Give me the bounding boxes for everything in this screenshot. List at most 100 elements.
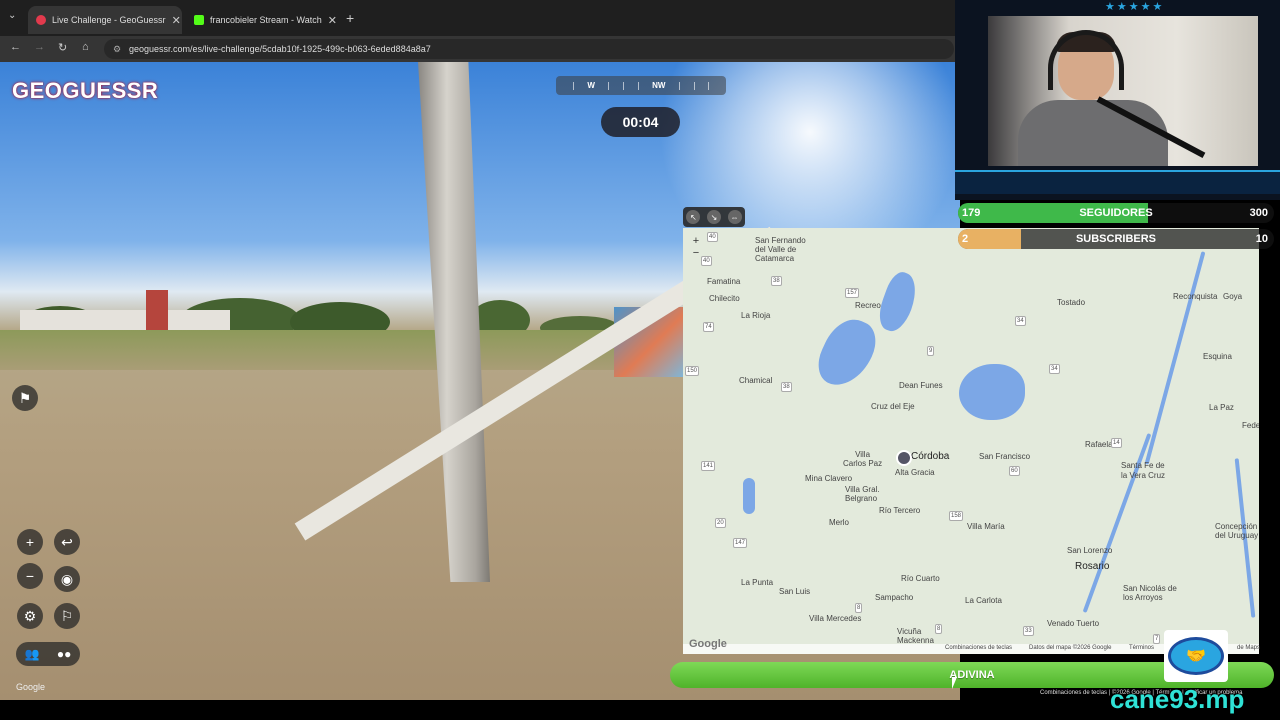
compass-west: W xyxy=(587,81,595,90)
frame-stars-icon: ★★★★★ xyxy=(1105,1,1165,13)
city-label: Villa Mercedes xyxy=(809,614,862,623)
city-label: Mina Clavero xyxy=(805,474,853,483)
url-text: geoguessr.com/es/live-challenge/5cdab10f… xyxy=(129,44,431,54)
compass-tick xyxy=(708,81,710,90)
tab-title: francobieler Stream - Watch xyxy=(210,15,322,25)
road-shield: 40 xyxy=(707,232,718,242)
city-label: Concepción del Uruguay xyxy=(1215,522,1259,540)
browser-tab-bar: ⌄ Live Challenge - GeoGuessr ✕ francobie… xyxy=(0,0,960,36)
road-shield: 20 xyxy=(715,518,726,528)
streamer-handle: cane93.mp xyxy=(1110,684,1245,714)
city-label: La Rioja xyxy=(741,311,771,320)
return-to-start-button[interactable]: ◉ xyxy=(54,566,80,592)
road-shield: 9 xyxy=(927,346,935,356)
lake xyxy=(810,311,884,395)
tab-title: Live Challenge - GeoGuessr xyxy=(52,15,166,25)
map-zoom-out-icon[interactable]: − xyxy=(689,247,703,259)
city-label: Dean Funes xyxy=(899,381,943,390)
compass-tick xyxy=(679,81,681,90)
city-label: Río Tercero xyxy=(879,506,921,515)
compass-tick xyxy=(637,81,639,90)
map-shrink-icon[interactable]: ↘ xyxy=(706,210,721,224)
map-shortcuts-link[interactable]: Combinaciones de teclas xyxy=(945,645,1012,651)
map-data-credit: Datos del mapa ©2026 Google xyxy=(1029,645,1112,651)
city-label-cordoba: Córdoba xyxy=(911,451,950,462)
mercadopago-logo: 🤝 xyxy=(1164,630,1228,682)
checkpoint-flag-icon[interactable]: ⚐ xyxy=(54,603,80,629)
handshake-icon: 🤝 xyxy=(1168,637,1224,675)
compass-strip: W NW xyxy=(556,76,726,95)
road-shield: 74 xyxy=(703,322,714,332)
city-label: Chilecito xyxy=(709,294,740,303)
city-label: La Paz xyxy=(1209,403,1234,412)
compass-tick xyxy=(572,81,574,90)
city-label: La Punta xyxy=(741,578,774,587)
compass-northwest: NW xyxy=(652,81,666,90)
logo-text: GEOGUESSR xyxy=(12,78,159,103)
map-expand-icon[interactable]: ↖ xyxy=(686,210,701,224)
zoom-in-button[interactable]: + xyxy=(17,529,43,555)
settings-gear-icon[interactable]: ⚙ xyxy=(17,603,43,629)
player-avatars-icon: ●● xyxy=(56,647,72,661)
back-icon[interactable]: ← xyxy=(10,41,21,53)
site-info-icon[interactable]: ⚙ xyxy=(113,39,121,59)
city-label: Merlo xyxy=(829,518,850,527)
reload-icon[interactable]: ↻ xyxy=(58,41,67,54)
road-shield: 8 xyxy=(935,624,943,634)
subscribers-goal-bar: 2 SUBSCRIBERS 10 xyxy=(958,229,1274,249)
city-label: San Luis xyxy=(779,587,811,596)
parana-river xyxy=(1144,251,1206,465)
compass-tick xyxy=(623,81,625,90)
guess-map[interactable]: San Fernando del Valle de Catamarca Fama… xyxy=(683,228,1259,654)
screen: ⌄ Live Challenge - GeoGuessr ✕ francobie… xyxy=(0,0,1280,720)
home-icon[interactable]: ⌂ xyxy=(82,41,89,53)
subscribers-label: SUBSCRIBERS xyxy=(1075,233,1157,245)
geoguessr-favicon-icon xyxy=(36,15,46,25)
road-shield: 60 xyxy=(1009,466,1020,476)
road-shield: 141 xyxy=(701,461,716,471)
road-shield: 8 xyxy=(855,603,863,613)
road-shield: 147 xyxy=(733,538,748,548)
followers-label: SEGUIDORES xyxy=(1079,207,1153,219)
url-input[interactable]: ⚙ geoguessr.com/es/live-challenge/5cdab1… xyxy=(104,39,954,59)
road-shield: 34 xyxy=(1049,364,1060,374)
city-label: Alta Gracia xyxy=(895,468,935,477)
players-button[interactable]: 👥 ●● xyxy=(16,642,80,666)
streamer-body xyxy=(1018,100,1168,166)
city-label: Recreo xyxy=(855,301,881,310)
report-location-icon[interactable]: ⚑ xyxy=(12,385,38,411)
city-label: Fede xyxy=(1242,421,1259,430)
kick-favicon-icon xyxy=(194,15,204,25)
tab-close-icon[interactable]: ✕ xyxy=(172,14,181,27)
city-label: San Nicolás de los Arroyos xyxy=(1123,584,1177,602)
road-shield: 14 xyxy=(1111,438,1122,448)
city-label-rosario: Rosario xyxy=(1075,561,1110,572)
city-label: Villa María xyxy=(967,522,1005,531)
lake xyxy=(743,478,755,514)
tab-close-icon[interactable]: ✕ xyxy=(328,14,337,27)
map-terms-link[interactable]: Términos xyxy=(1129,645,1154,651)
geoguessr-logo: GEOGUESSR xyxy=(12,78,158,104)
map-zoom-in-icon[interactable]: + xyxy=(689,235,703,247)
city-label: Famatina xyxy=(707,277,741,286)
tab-kick-stream[interactable]: francobieler Stream - Watch ✕ xyxy=(186,6,340,34)
city-label: Tostado xyxy=(1057,298,1086,307)
map-report-link[interactable]: de Maps xyxy=(1237,645,1260,651)
forward-icon[interactable]: → xyxy=(34,41,45,53)
undo-move-button[interactable]: ↩ xyxy=(54,529,80,555)
tab-geoguessr[interactable]: Live Challenge - GeoGuessr ✕ xyxy=(28,6,182,34)
city-label: Villa Gral. Belgrano xyxy=(845,485,880,503)
map-pin-icon[interactable]: ⇔ xyxy=(727,210,742,224)
new-tab-icon[interactable]: + xyxy=(346,10,354,26)
subscribers-goal: 10 xyxy=(1255,233,1268,245)
road-shield: 33 xyxy=(1023,626,1034,636)
players-icon: 👥 xyxy=(24,647,40,661)
lake-mar-chiquita xyxy=(959,364,1025,420)
zoom-out-button[interactable]: − xyxy=(17,563,43,589)
followers-goal: 300 xyxy=(1249,207,1268,219)
road-shield: 34 xyxy=(1015,316,1026,326)
followers-goal-bar: 179 SEGUIDORES 300 xyxy=(958,203,1274,223)
city-label: La Carlota xyxy=(965,596,1002,605)
tab-search-icon[interactable]: ⌄ xyxy=(8,10,16,21)
browser-address-bar: ← → ↻ ⌂ ⚙ geoguessr.com/es/live-challeng… xyxy=(0,36,960,62)
